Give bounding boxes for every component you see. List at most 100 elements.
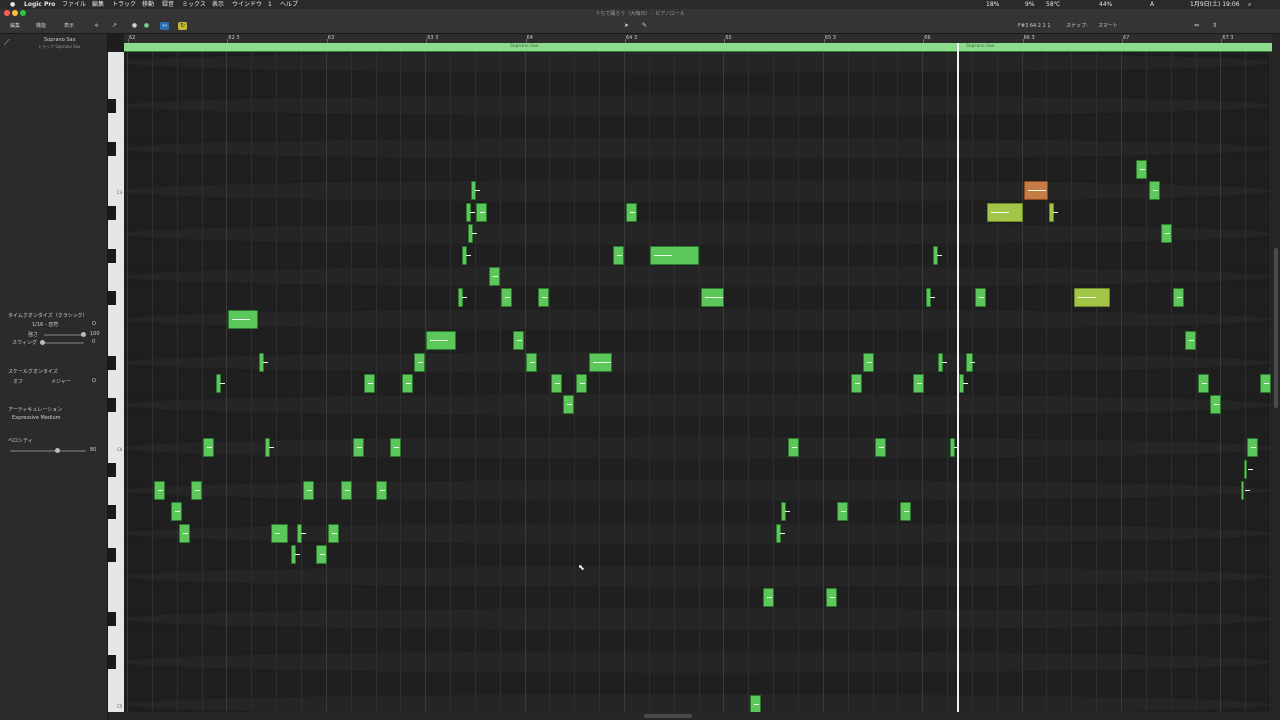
menu-record[interactable]: 録音 — [162, 0, 174, 9]
midi-note[interactable] — [414, 352, 425, 372]
menu-navigate[interactable]: 移動 — [142, 0, 154, 9]
pencil-tool-icon[interactable]: ✎ — [640, 22, 649, 30]
functions-menu-button[interactable]: 機能 — [36, 22, 46, 31]
midi-note[interactable] — [950, 438, 959, 458]
midi-note[interactable] — [926, 288, 935, 308]
midi-note[interactable] — [468, 224, 477, 244]
midi-note[interactable] — [563, 395, 574, 415]
scale-off-select[interactable]: オフ — [13, 378, 23, 385]
memory-status[interactable]: 9% — [1025, 0, 1035, 9]
piano-keyboard[interactable]: C3 C4 C5 — [108, 52, 124, 712]
midi-note[interactable] — [171, 502, 182, 522]
menu-app[interactable]: Logic Pro — [24, 0, 55, 9]
midi-note[interactable] — [1161, 224, 1172, 244]
snap-select[interactable]: スマート — [1098, 22, 1118, 31]
edit-menu-button[interactable]: 編集 — [10, 22, 20, 31]
menu-file[interactable]: ファイル — [62, 0, 86, 9]
minimize-window-icon[interactable] — [12, 10, 18, 16]
midi-note[interactable] — [316, 545, 327, 565]
velocity-slider[interactable] — [10, 450, 86, 452]
midi-note[interactable] — [788, 438, 799, 458]
midi-note[interactable] — [933, 245, 942, 265]
midi-note[interactable] — [1210, 395, 1221, 415]
midi-note[interactable] — [1244, 459, 1253, 479]
midi-note[interactable] — [1149, 181, 1160, 201]
midi-note[interactable] — [650, 245, 699, 265]
midi-note[interactable] — [1260, 374, 1271, 393]
zoom-vertical-icon[interactable]: ⇕ — [1210, 22, 1219, 30]
midi-note[interactable] — [1173, 288, 1184, 308]
midi-note[interactable] — [341, 481, 352, 500]
midi-note[interactable] — [291, 545, 300, 565]
midi-note[interactable] — [538, 288, 549, 308]
link-icon[interactable]: ⟡ — [92, 22, 101, 30]
midi-note[interactable] — [526, 352, 537, 372]
clock[interactable]: 1月9日(土) 19:06 — [1190, 0, 1240, 9]
midi-note[interactable] — [462, 245, 471, 265]
midi-note[interactable] — [265, 438, 274, 458]
midi-note[interactable] — [297, 523, 306, 543]
midi-note[interactable] — [1247, 438, 1258, 458]
midi-note[interactable] — [228, 309, 258, 329]
midi-note[interactable] — [376, 481, 387, 500]
scale-major-select[interactable]: メジャー — [51, 378, 71, 385]
black-key[interactable] — [108, 355, 116, 370]
cpu-status[interactable]: 18% — [986, 0, 999, 9]
strength-knob[interactable] — [81, 332, 86, 337]
black-key[interactable] — [108, 655, 116, 670]
midi-note[interactable] — [1241, 481, 1250, 500]
vertical-scrollbar[interactable] — [1272, 34, 1280, 712]
swing-knob[interactable] — [40, 340, 45, 345]
catch-icon[interactable]: ↻ — [178, 22, 187, 30]
midi-note[interactable] — [589, 352, 612, 372]
midi-note[interactable] — [203, 438, 214, 458]
collapse-icon[interactable]: ↔ — [160, 22, 169, 30]
black-key[interactable] — [108, 248, 116, 263]
midi-note[interactable] — [966, 352, 975, 372]
midi-note[interactable] — [1198, 374, 1209, 393]
scale-q-button[interactable]: Q — [92, 378, 96, 384]
midi-note[interactable] — [259, 352, 268, 372]
midi-note[interactable] — [781, 502, 790, 522]
midi-note[interactable] — [1024, 181, 1048, 201]
midi-note[interactable] — [179, 523, 190, 543]
menu-mix[interactable]: ミックス — [182, 0, 206, 9]
midi-note[interactable] — [458, 288, 467, 308]
articulation-select[interactable]: Expressive Medium — [12, 415, 61, 421]
midi-note[interactable] — [913, 374, 924, 393]
midi-note[interactable] — [513, 331, 524, 351]
midi-note[interactable] — [576, 374, 587, 393]
menu-help[interactable]: ヘルプ — [280, 0, 298, 9]
midi-note[interactable] — [776, 523, 785, 543]
midi-note[interactable] — [763, 588, 774, 607]
midi-note[interactable] — [1074, 288, 1110, 308]
midi-note[interactable] — [466, 202, 475, 222]
menu-edit[interactable]: 編集 — [92, 0, 104, 9]
swing-slider[interactable] — [40, 342, 84, 344]
black-key[interactable] — [108, 291, 116, 306]
midi-note[interactable] — [1185, 331, 1196, 351]
midi-note[interactable] — [837, 502, 848, 522]
midi-note[interactable] — [626, 202, 637, 222]
midi-note[interactable] — [851, 374, 862, 393]
black-key[interactable] — [108, 505, 116, 520]
bar-ruler[interactable]: 62 62 3 63 63 3 64 64 3 65 65 3 66 66 3 67 67 3 — [124, 34, 1272, 43]
midi-in-icon[interactable]: ● — [130, 22, 139, 30]
midi-note[interactable] — [959, 374, 968, 393]
black-key[interactable] — [108, 205, 116, 220]
zoom-window-icon[interactable] — [20, 10, 26, 16]
view-menu-button[interactable]: 表示 — [64, 22, 74, 31]
midi-note[interactable] — [900, 502, 911, 522]
midi-note[interactable] — [750, 695, 761, 712]
midi-note[interactable] — [390, 438, 401, 458]
midi-note[interactable] — [271, 523, 288, 543]
horizontal-scrollbar[interactable] — [108, 712, 1280, 720]
zoom-horizontal-icon[interactable]: ⇔ — [1192, 22, 1201, 30]
midi-note[interactable] — [353, 438, 364, 458]
automation-icon[interactable]: ↗ — [110, 22, 119, 30]
quantize-q-button[interactable]: Q — [92, 321, 96, 327]
black-key[interactable] — [108, 141, 116, 156]
menu-track[interactable]: トラック — [112, 0, 136, 9]
midi-note[interactable] — [987, 202, 1023, 222]
midi-note[interactable] — [1049, 202, 1058, 222]
